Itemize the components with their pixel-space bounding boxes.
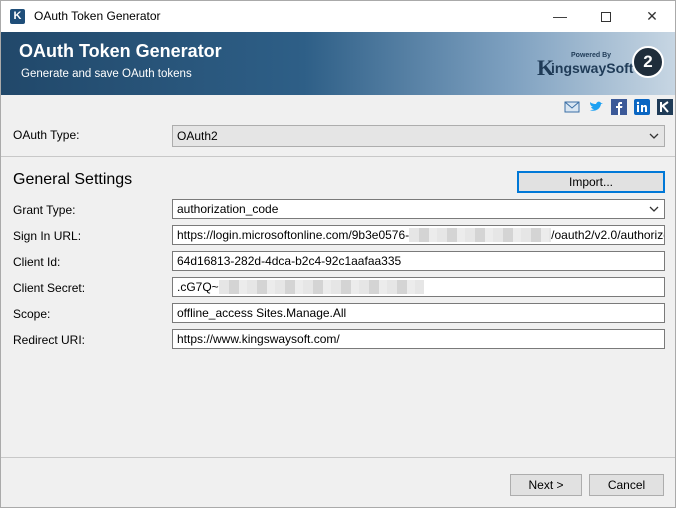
scope-value: offline_access Sites.Manage.All <box>177 306 347 320</box>
grant-type-label: Grant Type: <box>13 203 76 217</box>
brand-powered-by: Powered By <box>571 52 612 59</box>
general-settings-heading: General Settings <box>13 171 133 188</box>
oauth-type-select[interactable]: OAuth2 <box>172 125 665 147</box>
grant-type-value: authorization_code <box>177 202 279 216</box>
twitter-icon[interactable] <box>588 99 604 115</box>
import-button[interactable]: Import... <box>517 171 665 193</box>
redacted-mask <box>409 228 552 242</box>
maximize-button[interactable] <box>583 1 629 32</box>
close-button[interactable]: ✕ <box>629 1 675 32</box>
sign-in-url-end: /oauth2/v2.0/authorize <box>551 228 665 242</box>
window-title: OAuth Token Generator <box>34 9 161 23</box>
kingswaysoft-logo: Powered By K ingswaySoft <box>537 52 633 80</box>
linkedin-icon[interactable] <box>634 99 650 115</box>
version-badge: 2 <box>632 46 664 78</box>
client-secret-label: Client Secret: <box>13 281 86 295</box>
next-button[interactable]: Next > <box>510 474 582 496</box>
scope-label: Scope: <box>13 307 51 321</box>
kingswaysoft-app-icon: K <box>10 9 25 24</box>
client-id-input[interactable]: 64d16813-282d-4dca-b2c4-92c1aafaa335 <box>172 251 665 271</box>
sign-in-url-label: Sign In URL: <box>13 229 82 243</box>
oauth-type-value: OAuth2 <box>177 129 218 143</box>
kingswaysoft-icon[interactable] <box>657 99 673 115</box>
section-divider <box>1 156 675 157</box>
redirect-uri-label: Redirect URI: <box>13 333 86 347</box>
brand-name: ingswaySoft <box>551 60 633 76</box>
banner-subtitle: Generate and save OAuth tokens <box>21 68 192 80</box>
header-banner: OAuth Token Generator Generate and save … <box>1 32 675 95</box>
brand-name-part2: Soft <box>606 60 634 76</box>
title-bar: K OAuth Token Generator — ✕ <box>1 1 675 32</box>
chevron-down-icon <box>649 133 659 139</box>
client-id-label: Client Id: <box>13 255 61 269</box>
minimize-button[interactable]: — <box>537 1 583 32</box>
brand-name-part1: ingsway <box>551 60 607 76</box>
email-icon[interactable] <box>564 99 580 115</box>
sign-in-url-input[interactable]: https://login.microsoftonline.com/9b3e05… <box>172 225 665 245</box>
grant-type-select[interactable]: authorization_code <box>172 199 665 219</box>
facebook-icon[interactable] <box>611 99 627 115</box>
oauth-token-generator-window: K OAuth Token Generator — ✕ OAuth Token … <box>0 0 676 508</box>
redacted-mask <box>218 280 424 294</box>
client-secret-input[interactable]: .cG7Q~ <box>172 277 665 297</box>
client-secret-start: .cG7Q~ <box>177 280 219 294</box>
cancel-button[interactable]: Cancel <box>589 474 664 496</box>
client-id-value: 64d16813-282d-4dca-b2c4-92c1aafaa335 <box>177 254 402 268</box>
redirect-uri-value: https://www.kingswaysoft.com/ <box>177 332 340 346</box>
banner-title: OAuth Token Generator <box>19 41 222 61</box>
redirect-uri-input[interactable]: https://www.kingswaysoft.com/ <box>172 329 665 349</box>
chevron-down-icon <box>649 206 659 212</box>
scope-input[interactable]: offline_access Sites.Manage.All <box>172 303 665 323</box>
sign-in-url-start: https://login.microsoftonline.com/9b3e05… <box>177 228 410 242</box>
oauth-type-label: OAuth Type: <box>13 128 80 142</box>
footer-divider <box>1 457 675 458</box>
maximize-icon <box>601 12 611 23</box>
